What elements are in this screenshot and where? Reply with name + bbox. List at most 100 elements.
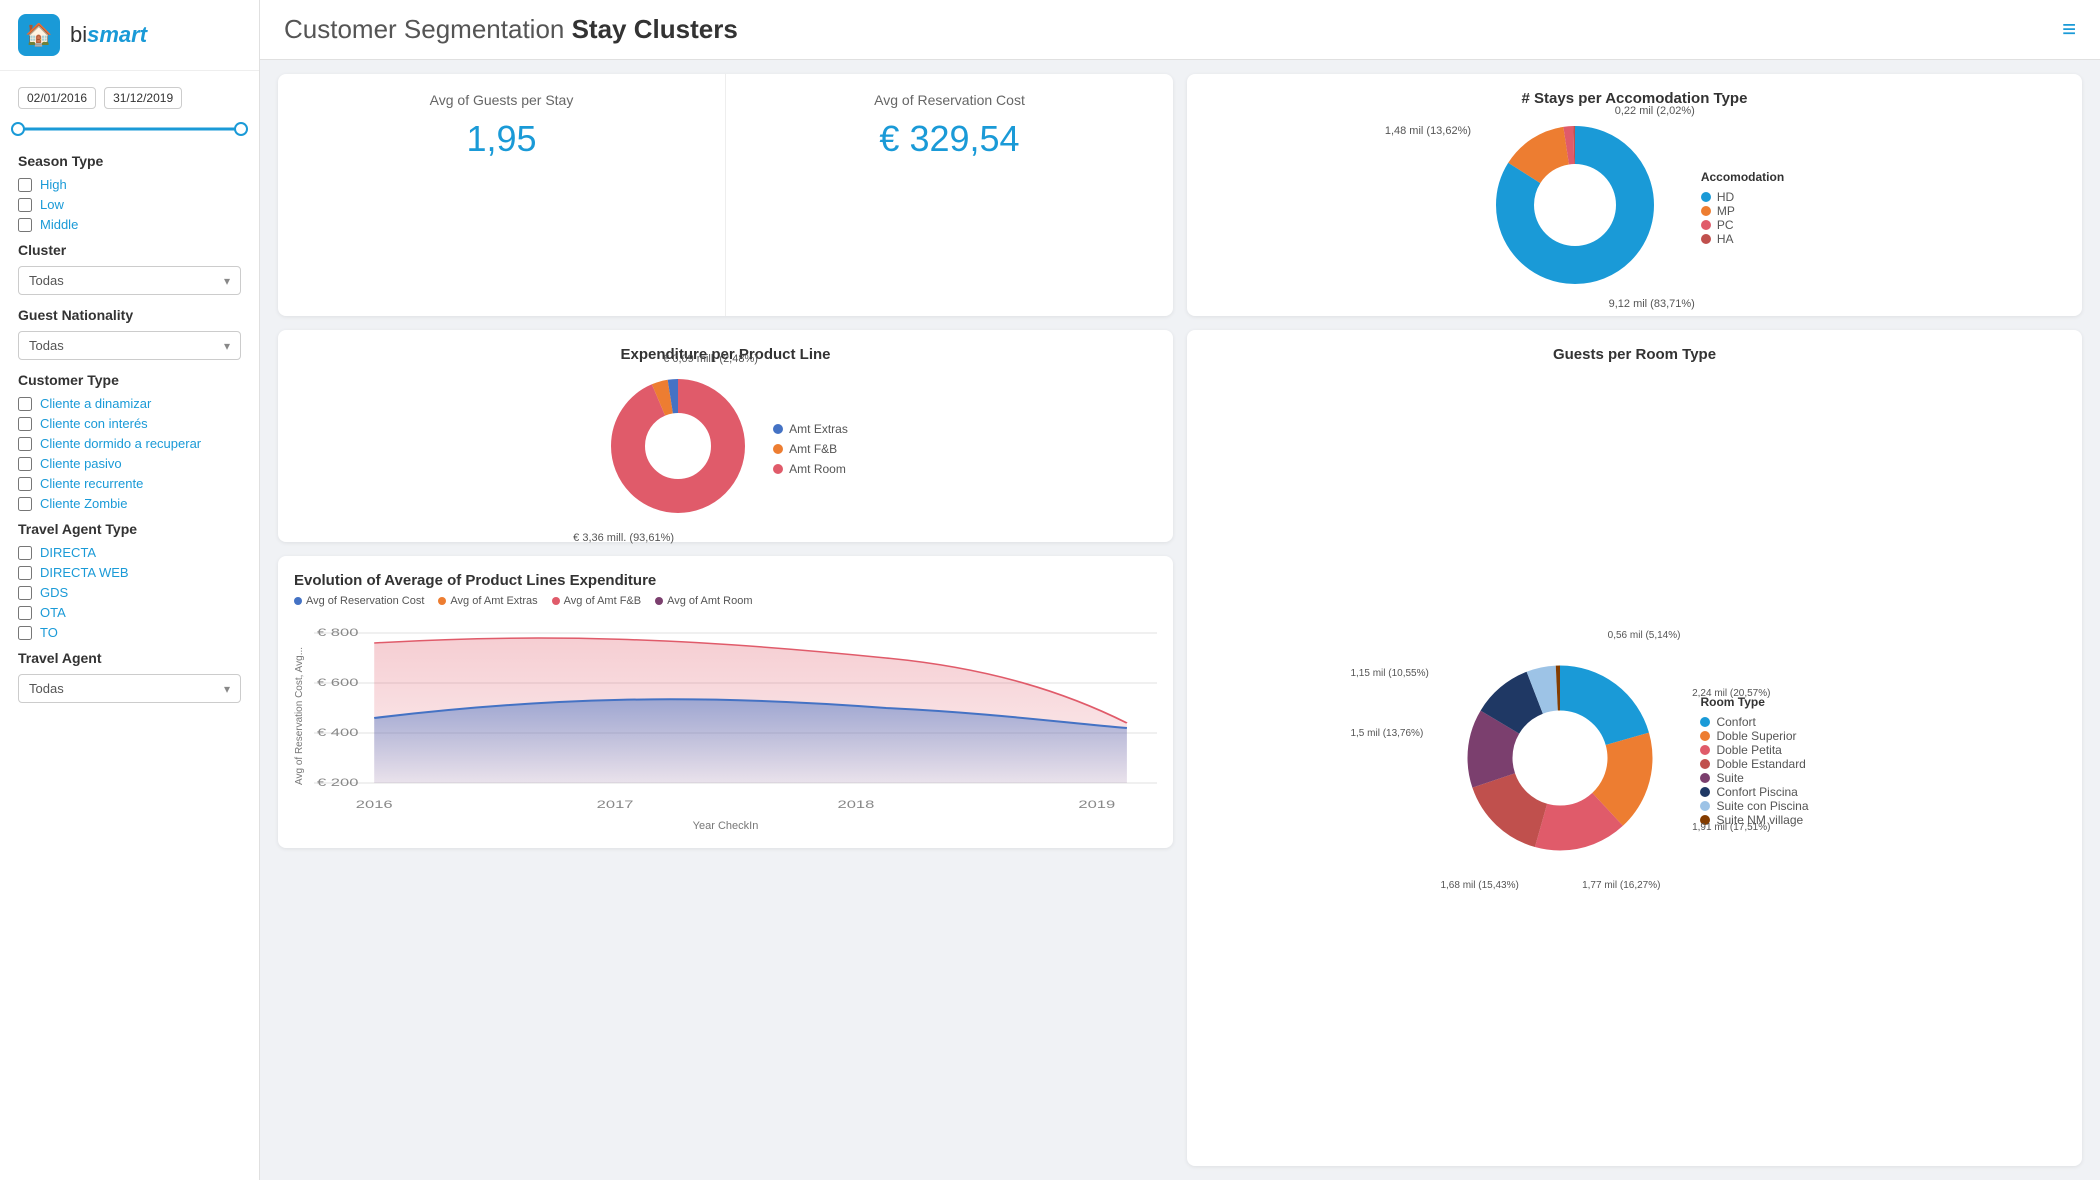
area-chart-svg: € 200 € 400 € 600 € 800 [314,613,1157,813]
evolution-legend: Avg of Reservation Cost Avg of Amt Extra… [294,595,1157,607]
legend-suite-piscina: Suite con Piscina [1700,799,1808,813]
checkbox-directa-web-input[interactable] [18,566,32,580]
date-end[interactable]: 31/12/2019 [104,87,182,109]
checkbox-cliente-pasivo: Cliente pasivo [18,456,241,471]
y-axis-label: Avg of Reservation Cost, Avg... [294,613,314,818]
legend-doble-estandard: Doble Estandard [1700,757,1808,771]
checkbox-low-label[interactable]: Low [40,197,64,212]
room-donut-container: 0,56 mil (5,14%) 2,24 mil (20,57%) 1,91 … [1460,658,1660,863]
logo-text: bismart [70,22,147,48]
cluster-dropdown[interactable]: Todas ▾ [18,266,241,295]
checkbox-middle-input[interactable] [18,218,32,232]
accom-legend-title: Accomodation [1701,170,1784,184]
svg-text:2016: 2016 [356,798,393,811]
checkbox-cliente-zombie-label[interactable]: Cliente Zombie [40,496,127,511]
checkbox-cliente-interes-label[interactable]: Cliente con interés [40,416,148,431]
checkbox-cliente-dinamizar-label[interactable]: Cliente a dinamizar [40,396,151,411]
season-type-title: Season Type [18,153,241,169]
slider-track [18,128,241,131]
sidebar: 🏠 bismart 02/01/2016 31/12/2019 Season T… [0,0,260,1180]
checkbox-gds-input[interactable] [18,586,32,600]
hamburger-menu-icon[interactable]: ≡ [2062,16,2076,44]
checkbox-ota: OTA [18,605,241,620]
checkbox-gds-label[interactable]: GDS [40,585,68,600]
checkbox-cliente-dormido-label[interactable]: Cliente dormido a recuperar [40,436,201,451]
checkbox-ota-label[interactable]: OTA [40,605,66,620]
cluster-value: Todas [29,273,64,288]
checkbox-to-label[interactable]: TO [40,625,58,640]
kpi-guests-label: Avg of Guests per Stay [288,92,715,108]
page-title: Customer Segmentation Stay Clusters [284,14,738,45]
room-type-donut [1460,658,1660,858]
cluster-arrow-icon: ▾ [224,274,230,288]
checkbox-cliente-dormido-input[interactable] [18,437,32,451]
date-start[interactable]: 02/01/2016 [18,87,96,109]
guest-nationality-value: Todas [29,338,64,353]
checkbox-high-label[interactable]: High [40,177,67,192]
legend-avg-room: Avg of Amt Room [655,595,752,607]
checkbox-directa-web-label[interactable]: DIRECTA WEB [40,565,129,580]
travel-agent-dropdown[interactable]: Todas ▾ [18,674,241,703]
expenditure-chart-wrap: € 0,09 mill. (2,48%) € 3,36 mill. (93,61… [294,371,1157,526]
kpi-guests-value: 1,95 [288,118,715,160]
travel-agent-arrow-icon: ▾ [224,682,230,696]
legend-suite: Suite [1700,771,1808,785]
legend-pc: PC [1701,218,1784,232]
travel-agent-title: Travel Agent [18,650,241,666]
checkbox-gds: GDS [18,585,241,600]
checkbox-cliente-zombie: Cliente Zombie [18,496,241,511]
expenditure-donut [603,371,753,521]
room-type-title: Guests per Room Type [1203,346,2066,363]
left-bottom: Expenditure per Product Line € 0,09 mill… [278,330,1173,1166]
checkbox-cliente-recurrente-label[interactable]: Cliente recurrente [40,476,143,491]
main-header: Customer Segmentation Stay Clusters ≡ [260,0,2100,60]
svg-text:€ 800: € 800 [317,626,359,639]
guest-nationality-title: Guest Nationality [18,307,241,323]
evolution-chart-area: Avg of Reservation Cost, Avg... [294,613,1157,818]
checkbox-middle: Middle [18,217,241,232]
legend-reservation-cost: Avg of Reservation Cost [294,595,424,607]
checkbox-cliente-zombie-input[interactable] [18,497,32,511]
date-range: 02/01/2016 31/12/2019 [18,87,241,109]
legend-confort: Confort [1700,715,1808,729]
checkbox-low-input[interactable] [18,198,32,212]
cluster-title: Cluster [18,242,241,258]
slider-thumb-left[interactable] [11,122,25,136]
checkbox-cliente-recurrente-input[interactable] [18,477,32,491]
checkbox-cliente-pasivo-label[interactable]: Cliente pasivo [40,456,122,471]
legend-avg-fb: Avg of Amt F&B [552,595,641,607]
kpi-guests: Avg of Guests per Stay 1,95 [278,74,726,316]
checkbox-to-input[interactable] [18,626,32,640]
checkbox-ota-input[interactable] [18,606,32,620]
legend-hd: HD [1701,190,1784,204]
accom-label-1: 0,22 mil (2,02%) [1615,105,1695,117]
checkbox-cliente-interes-input[interactable] [18,417,32,431]
checkbox-cliente-recurrente: Cliente recurrente [18,476,241,491]
logo-smart: smart [87,22,147,47]
page-title-bold: Stay Clusters [572,14,738,44]
room-label-confort: 2,24 mil (20,57%) [1692,688,1770,699]
svg-text:€ 200: € 200 [317,776,359,789]
travel-agent-value: Todas [29,681,64,696]
room-label-doble-petita: 1,77 mil (16,27%) [1582,880,1660,891]
checkbox-directa-label[interactable]: DIRECTA [40,545,96,560]
checkbox-directa-input[interactable] [18,546,32,560]
chart-container: € 200 € 400 € 600 € 800 [314,613,1157,818]
home-icon[interactable]: 🏠 [18,14,60,56]
room-label-confort-piscina: 1,15 mil (10,55%) [1350,668,1428,679]
guest-nationality-dropdown[interactable]: Todas ▾ [18,331,241,360]
checkbox-middle-label[interactable]: Middle [40,217,78,232]
exp-label-extras: € 0,09 mill. (2,48%) [663,353,758,365]
slider-thumb-right[interactable] [234,122,248,136]
kpi-reservation-value: € 329,54 [736,118,1163,160]
date-slider[interactable] [18,119,241,139]
legend-avg-extras: Avg of Amt Extras [438,595,537,607]
checkbox-cliente-pasivo-input[interactable] [18,457,32,471]
checkbox-high-input[interactable] [18,178,32,192]
guest-nationality-arrow-icon: ▾ [224,339,230,353]
legend-confort-piscina: Confort Piscina [1700,785,1808,799]
main-area: Customer Segmentation Stay Clusters ≡ Av… [260,0,2100,1180]
accommodation-donut [1485,115,1665,295]
page-title-normal: Customer Segmentation [284,14,572,44]
checkbox-cliente-dinamizar-input[interactable] [18,397,32,411]
